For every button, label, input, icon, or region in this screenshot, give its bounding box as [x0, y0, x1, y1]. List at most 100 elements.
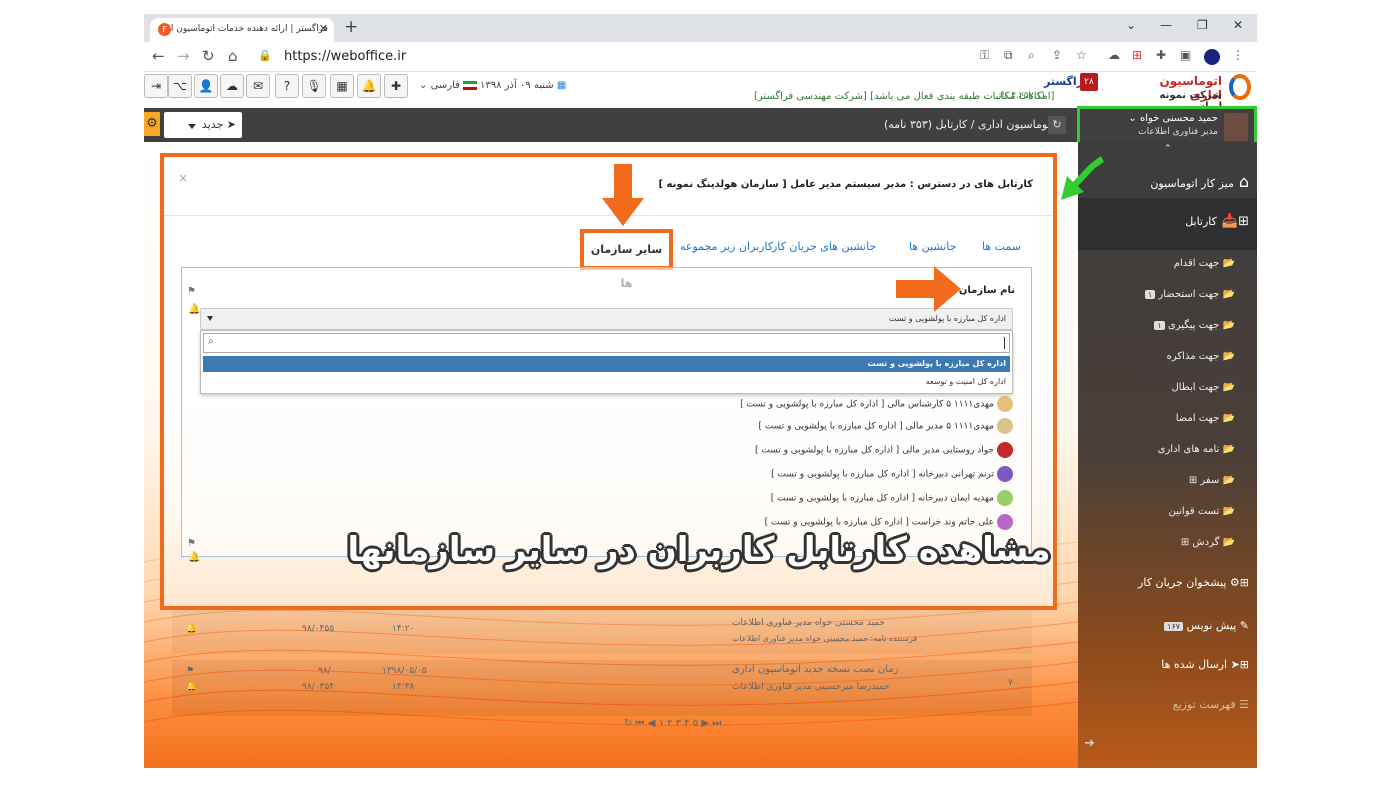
list-item[interactable]: ترنم تهرانی دبیرخانه [ اداره کل مبارزه ب… [771, 466, 1013, 486]
chat-group-icon[interactable]: ☁ [220, 74, 244, 98]
chart-icon[interactable]: ▦ [330, 74, 354, 98]
message-icon[interactable]: ✉ [246, 74, 270, 98]
home-icon[interactable]: ⌂ [228, 47, 238, 65]
translate-icon[interactable]: ⧉ [1004, 48, 1013, 63]
dropdown-option[interactable]: اداره کل امنیت و توسعه [203, 374, 1010, 390]
sidebar-item-info[interactable]: 📂 جهت استحضار ۱ [1142, 289, 1235, 300]
new-letter-button[interactable]: جدید ➤ [164, 112, 242, 138]
tab-workflow-substitutes[interactable]: جانشین های جریان کار [772, 240, 876, 253]
breadcrumb: اتوماسیون اداری / کارتابل (۳۵۳ نامه) [884, 118, 1054, 131]
expand-icon[interactable]: ⊞ [1181, 537, 1189, 548]
back-icon[interactable]: ← [152, 47, 165, 65]
sidebar-item-inbox[interactable]: ⊞📥کارتابل [1185, 214, 1249, 229]
browser-window: F فراگستر | ارائه دهنده خدمات اتوماسیون … [144, 14, 1257, 768]
plugin-icon[interactable]: ✚ [384, 74, 408, 98]
sidebar-item-workflow[interactable]: ⊞⚙ پیشخوان جریان کار [1138, 576, 1249, 589]
reload-icon[interactable]: ↻ [202, 47, 215, 65]
sidebar-item-negotiate[interactable]: 📂 جهت مذاکره [1167, 351, 1235, 362]
user-profile-icon[interactable]: 👤 [194, 74, 218, 98]
send-icon: ⊞➤ [1230, 658, 1249, 671]
browser-tab[interactable]: F فراگستر | ارائه دهنده خدمات اتوماسیون … [150, 18, 334, 42]
extensions-puzzle-icon[interactable]: ✚ [1156, 48, 1166, 62]
sidebar-item-dashboard[interactable]: ⌂میز کار اتوماسیون [1150, 172, 1249, 191]
list-item[interactable]: مهدی۱۱۱۱ ۵ مدیر مالی [ اداره کل مبارزه ب… [758, 418, 1013, 438]
collapse-up-icon[interactable]: ⌃ [1164, 144, 1172, 154]
new-tab-icon[interactable]: + [344, 17, 358, 37]
settings-gear-icon[interactable]: ⚙ [144, 112, 160, 136]
row-sender: حمیدرضا میرحسینی مدیر فناوری اطلاعات [732, 682, 890, 692]
circle-arrow-icon[interactable]: ➜ [1084, 736, 1095, 751]
bookmark-star-icon[interactable]: ☆ [1076, 48, 1087, 62]
tab-close-icon[interactable]: ✕ [319, 22, 328, 35]
close-icon[interactable]: × [178, 171, 188, 185]
sidebar-item-official-letters[interactable]: 📂 نامه های اداری [1158, 444, 1235, 455]
sidebar-item-drafts[interactable]: ✎ پیش نویس ۱۶۷ [1161, 619, 1249, 632]
notification-bell-icon[interactable]: 🔔 [357, 74, 381, 98]
chevron-down-icon [207, 316, 213, 321]
table-row[interactable]: ⚑ 🔔 ۹۸/ ۹۸/۰۳۵۴ ۱۳۹۸/۰۵/۰۵ ۱۴:۳۸ زمان نص… [172, 660, 1032, 716]
dropdown-search-input[interactable]: ⌕ [203, 333, 1010, 353]
sidebar-item-followup[interactable]: 📂 جهت پیگیری ۱ [1151, 320, 1235, 331]
url-field[interactable]: https://weboffice.ir [284, 49, 406, 64]
app-favicon-icon: F [158, 23, 171, 36]
list-item[interactable]: جواد روستایی مدیر مالی [ اداره کل مبارزه… [755, 442, 1013, 462]
dropdown-option[interactable]: اداره کل مبارزه با پولشویی و تست [203, 356, 1010, 372]
pagination[interactable]: ↻ ⏮ ◀ ۱ ۲ ۳ ۴ ۵ ▶ ⏭ [624, 718, 721, 729]
close-window-icon[interactable]: ✕ [1233, 18, 1243, 32]
modal-title: کارتابل های در دسترس : مدیر سیستم مدیر ع… [658, 179, 1033, 190]
sidebar-item-sent[interactable]: ⊞➤ ارسال شده ها [1161, 658, 1249, 671]
tab-positions[interactable]: سمت ها [982, 240, 1021, 253]
avatar [997, 396, 1013, 412]
help-icon[interactable]: ? [275, 74, 299, 98]
selected-org: اداره کل مبارزه با پولشویی و تست [889, 314, 1006, 323]
browser-menu-icon[interactable]: ⋮ [1232, 48, 1244, 62]
lock-icon[interactable]: 🔒 [258, 49, 272, 62]
logout-icon[interactable]: ⇥ [144, 74, 168, 98]
sidebar-item-sign[interactable]: 📂 جهت امضا [1176, 413, 1235, 424]
extension-cloud-icon[interactable]: ☁ [1108, 48, 1120, 62]
current-user-box[interactable]: ⌄ حمید محسنی خواه مدیر فناوری اطلاعات [1077, 106, 1257, 146]
edit-icon: ✎ [1239, 619, 1249, 632]
flag-icon: ⚑ [186, 666, 195, 676]
sidebar-item-distribution[interactable]: ☰ فهرست توزیع [1173, 698, 1249, 711]
sidebar-item-cancel[interactable]: 📂 جهت ابطال [1171, 382, 1235, 393]
folder-icon: 📂 [1222, 320, 1235, 331]
tab-substitutes[interactable]: جانشین ها [909, 240, 956, 253]
org-chart-icon[interactable]: ⌥ [168, 74, 192, 98]
chevron-down-icon[interactable] [188, 124, 196, 129]
org-label: نام سازمان [958, 285, 1015, 296]
org-dropdown: ⌕ اداره کل مبارزه با پولشویی و تست اداره… [200, 330, 1013, 394]
overlay-caption: مشاهده کارتابل کاربران در سایر سازمانها [347, 530, 1051, 570]
minimize-icon[interactable]: — [1160, 18, 1172, 32]
sidebar-item-action[interactable]: 📂 جهت اقدام [1174, 258, 1235, 269]
org-select[interactable]: اداره کل مبارزه با پولشویی و تست [200, 308, 1013, 330]
sidebar-item-circulation[interactable]: 📂 گردش ⊞ [1181, 537, 1235, 548]
row-time: ۱۴:۲۰ [392, 624, 415, 634]
refresh-icon[interactable]: ↻ [1048, 116, 1066, 134]
tab-sub-users[interactable]: کاربران زیر مجموعه [680, 240, 773, 253]
table-row[interactable]: 🔔 ۹۸/۰۴۵۵ ۱۴:۲۰ حمید محسنی خواه مدیر فنا… [172, 610, 1032, 654]
zoom-icon[interactable]: ⌕ [1028, 48, 1035, 63]
extension-plus-icon[interactable]: ⊞ [1132, 48, 1142, 62]
row-subject: زمان نصب نسخه جدید اتوماسیون اداری [732, 664, 899, 675]
folder-icon: 📂 [1222, 537, 1235, 548]
forward-icon[interactable]: → [177, 47, 190, 65]
sidepanel-icon[interactable]: ▣ [1180, 48, 1191, 62]
list-item[interactable]: مهدی۱۱۱۱ ۵ کارشناس مالی [ اداره کل مبارز… [740, 396, 1013, 416]
tab-search-icon[interactable]: ⌄ [1126, 18, 1136, 32]
flag-icon: ⚑ [187, 286, 196, 297]
key-icon[interactable]: ⚿ [980, 48, 989, 63]
search-icon: ⌕ [208, 336, 214, 347]
microphone-icon[interactable]: 🎙 [302, 74, 326, 98]
restore-icon[interactable]: ❐ [1197, 18, 1208, 32]
sidebar-item-trip[interactable]: 📂 سفر ⊞ [1189, 475, 1235, 486]
user-role: مدیر فناوری اطلاعات [1138, 127, 1218, 137]
tab-other-orgs[interactable]: سایر سازمان ها [580, 229, 673, 290]
profile-avatar[interactable] [1204, 49, 1220, 65]
sidebar-item-rules-test[interactable]: 📂 تست قوانین [1169, 506, 1235, 517]
share-icon[interactable]: ⇪ [1052, 48, 1062, 62]
language-selector[interactable]: ⌄ فارسی [419, 80, 478, 91]
list-item[interactable]: مهدیه ایمان دبیرخانه [ اداره کل مبارزه ب… [771, 490, 1013, 510]
message-count-badge[interactable]: ۲۸ [1080, 73, 1098, 91]
expand-icon[interactable]: ⊞ [1189, 475, 1197, 486]
